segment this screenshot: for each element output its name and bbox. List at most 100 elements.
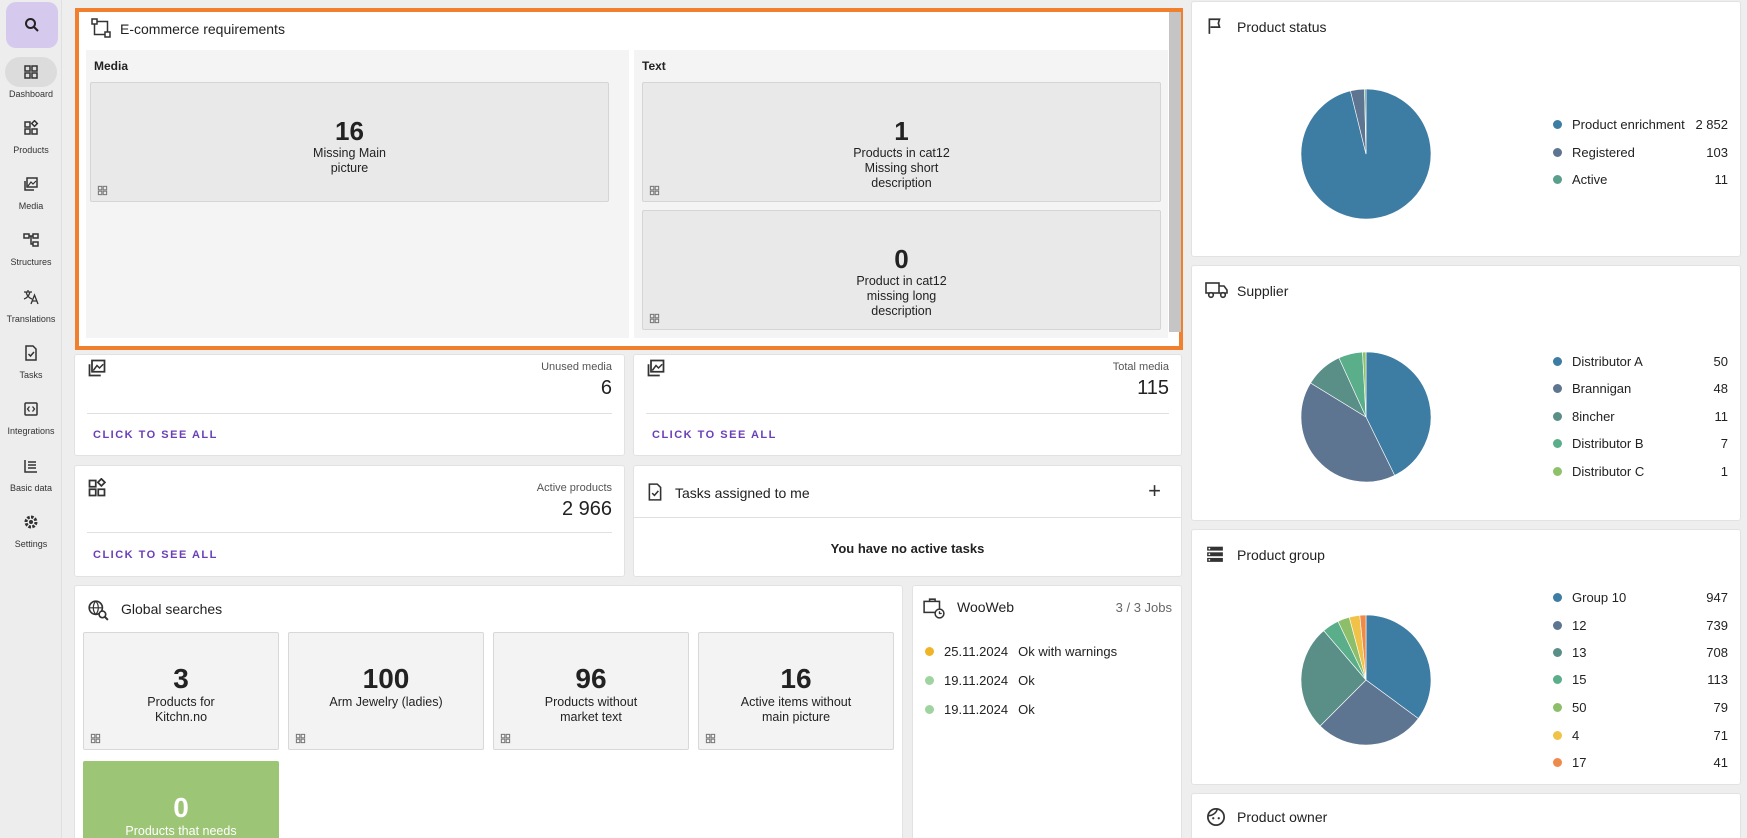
legend-value: 41 (1713, 755, 1728, 770)
products-icon (88, 478, 107, 497)
text-column: Text 1 Products in cat12 Missing short d… (634, 50, 1168, 338)
nav-label: Dashboard (8, 89, 54, 99)
missing-main-picture-tile[interactable]: 16 Missing Main picture (90, 82, 609, 202)
search-tile-products-needs[interactable]: 0 Products that needs (83, 761, 279, 838)
legend-item[interactable]: 12 739 (1553, 618, 1728, 633)
products-icon (705, 733, 716, 744)
legend-dot (1553, 731, 1562, 740)
tile-value: 100 (362, 663, 410, 694)
basic-data-icon (24, 460, 37, 473)
tile-text: main picture (761, 710, 831, 724)
face-icon (1207, 808, 1225, 826)
legend-item[interactable]: 15 113 (1553, 672, 1728, 687)
products-icon (295, 733, 306, 744)
legend-label: 4 (1572, 728, 1580, 743)
nav-item-tasks[interactable]: Tasks (0, 338, 62, 390)
supplier-pie-chart (1300, 351, 1432, 483)
jobs-count: 3 / 3 Jobs (1115, 600, 1172, 615)
legend-value: 113 (1707, 672, 1728, 687)
legend-value: 79 (1713, 700, 1728, 715)
job-row[interactable]: 19.11.2024 Ok (925, 673, 1035, 688)
legend-value: 2 852 (1695, 117, 1728, 132)
nav-item-translations[interactable]: Translations (0, 282, 62, 334)
legend: Group 10 947 12 739 13 708 15 113 50 79 4 71 1… (1553, 590, 1728, 770)
see-all-link[interactable]: CLICK TO SEE ALL (93, 429, 218, 441)
legend-item[interactable]: Registered 103 (1553, 145, 1728, 160)
metric-value: 115 (1137, 377, 1169, 399)
card-title: E-commerce requirements (120, 21, 285, 37)
legend: Distributor A 50 Brannigan 48 8incher 11 Di… (1553, 354, 1728, 484)
tile-text: Product in cat12 (856, 274, 947, 288)
missing-short-description-tile[interactable]: 1 Products in cat12 Missing short descri… (642, 82, 1161, 202)
dashboard-icon (24, 65, 38, 79)
job-row[interactable]: 25.11.2024 Ok with warnings (925, 644, 1117, 659)
legend-value: 708 (1706, 645, 1728, 660)
legend-value: 103 (1706, 145, 1728, 160)
legend-dot (1553, 675, 1562, 684)
media-icon (88, 359, 106, 377)
tile-text: Products for (147, 695, 215, 709)
tile-text: Products in cat12 (853, 146, 950, 160)
search-button[interactable] (6, 2, 58, 48)
card-title: Tasks assigned to me (675, 485, 810, 501)
search-tile-without-market-text[interactable]: 96 Products without market text (493, 632, 689, 750)
global-searches-card: Global searches 3 Products for Kitchn.no… (74, 585, 903, 838)
legend-value: 48 (1713, 381, 1728, 396)
missing-long-description-tile[interactable]: 0 Product in cat12 missing long descript… (642, 210, 1161, 330)
legend-item[interactable]: Active 11 (1553, 172, 1728, 187)
nav-item-structures[interactable]: Structures (0, 225, 62, 277)
search-tile-arm-jewelry[interactable]: 100 Arm Jewelry (ladies) (288, 632, 484, 750)
legend-label: 12 (1572, 618, 1587, 633)
ecommerce-requirements-card: E-commerce requirements Media 16 Missing… (75, 8, 1183, 350)
nav-item-dashboard[interactable]: Dashboard (0, 57, 62, 109)
nav-item-settings[interactable]: Settings (0, 507, 62, 559)
product-group-card: Product group Group 10 947 12 739 13 708 15… (1191, 529, 1741, 785)
scrollbar[interactable] (1169, 12, 1181, 332)
legend-dot (1553, 621, 1562, 630)
legend-label: Registered (1572, 145, 1635, 160)
see-all-link[interactable]: CLICK TO SEE ALL (93, 549, 218, 561)
legend-dot (1553, 758, 1562, 767)
nav-item-integrations[interactable]: Integrations (0, 394, 62, 446)
tile-value: 16 (780, 663, 812, 694)
legend-item[interactable]: Distributor C 1 (1553, 464, 1728, 479)
search-tile-without-main-picture[interactable]: 16 Active items without main picture (698, 632, 894, 750)
legend-value: 11 (1714, 409, 1729, 424)
legend-item[interactable]: Distributor A 50 (1553, 354, 1728, 369)
nav-item-media[interactable]: Media (0, 169, 62, 221)
add-task-button[interactable]: + (1148, 478, 1161, 504)
nav-item-basic-data[interactable]: Basic data (0, 451, 62, 503)
translations-icon (23, 290, 39, 305)
legend-item[interactable]: 50 79 (1553, 700, 1728, 715)
status-dot (925, 705, 934, 714)
legend-item[interactable]: 13 708 (1553, 645, 1728, 660)
tile-value: 3 (173, 663, 189, 694)
legend-item[interactable]: 8incher 11 (1553, 409, 1728, 424)
nav-item-products[interactable]: Products (0, 113, 62, 165)
legend-item[interactable]: Brannigan 48 (1553, 381, 1728, 396)
divider (646, 413, 1169, 414)
tile-text: Products that needs (125, 824, 237, 838)
products-icon (500, 733, 511, 744)
tile-text: picture (330, 161, 369, 175)
tile-text: missing long (866, 289, 937, 303)
metric-value: 2 966 (561, 498, 612, 520)
products-icon (649, 313, 660, 324)
card-title: WooWeb (957, 599, 1015, 615)
legend-item[interactable]: Product enrichment 2 852 (1553, 117, 1728, 132)
see-all-link[interactable]: CLICK TO SEE ALL (652, 429, 777, 441)
legend-item[interactable]: 4 71 (1553, 728, 1728, 743)
legend-label: 13 (1572, 645, 1587, 660)
job-row[interactable]: 19.11.2024 Ok (925, 702, 1035, 717)
tile-text: description (871, 176, 932, 190)
tasks-card: Tasks assigned to me + You have no activ… (633, 465, 1182, 577)
legend-item[interactable]: Group 10 947 (1553, 590, 1728, 605)
legend-item[interactable]: Distributor B 7 (1553, 436, 1728, 451)
tile-text: Missing Main (313, 146, 386, 160)
status-dot (925, 647, 934, 656)
legend-item[interactable]: 17 41 (1553, 755, 1728, 770)
search-tile-kitchn[interactable]: 3 Products for Kitchn.no (83, 632, 279, 750)
legend-value: 71 (1713, 728, 1728, 743)
nav-label: Basic data (9, 483, 53, 493)
tile-text: Kitchn.no (154, 710, 208, 724)
